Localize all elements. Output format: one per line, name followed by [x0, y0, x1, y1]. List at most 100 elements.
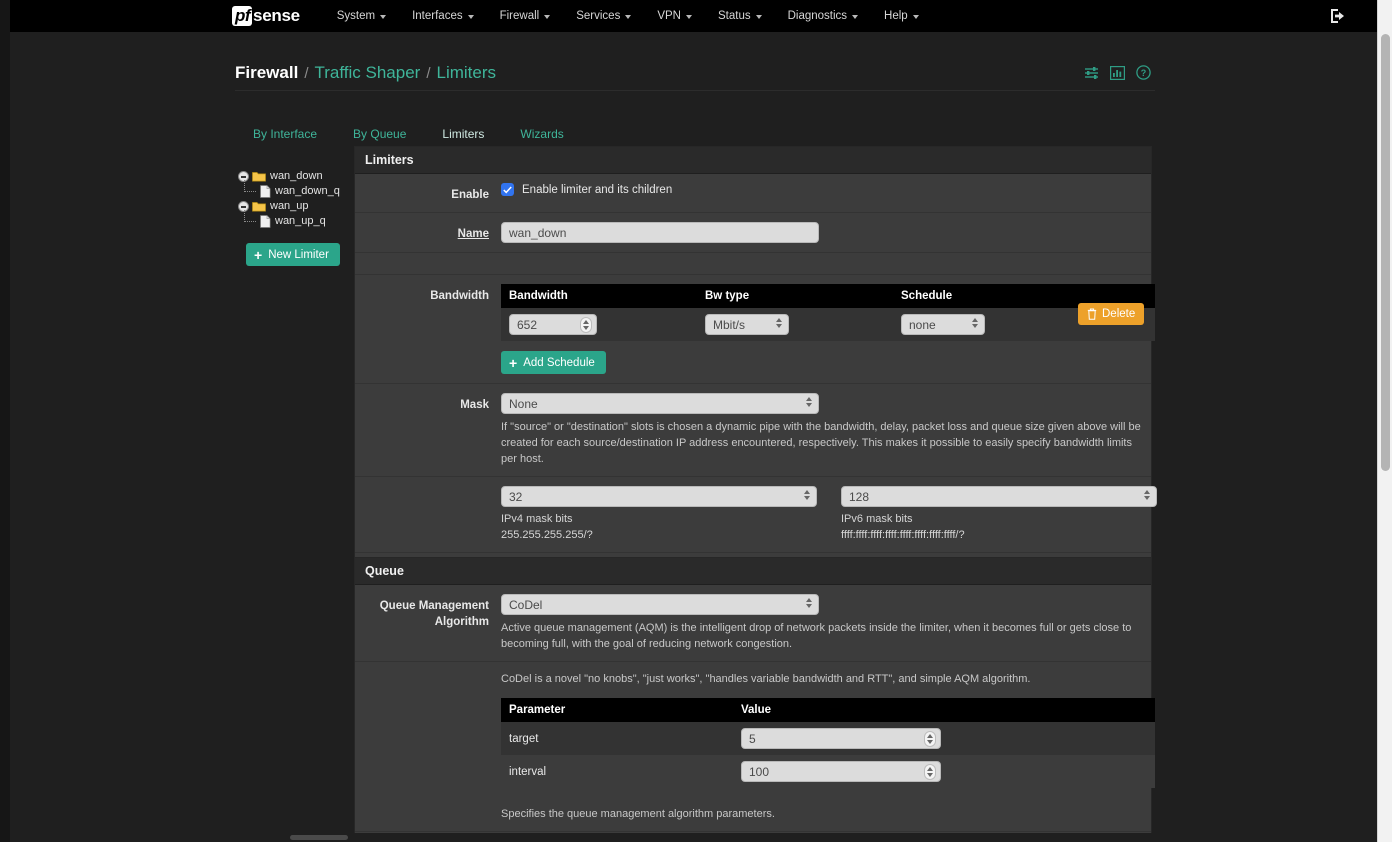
nav-item-help[interactable]: Help	[871, 10, 932, 22]
chevron-down-icon	[755, 15, 762, 19]
codel-params-row: CoDel is a novel "no knobs", "just works…	[355, 662, 1155, 832]
enable-row: Enable Enable limiter and its children	[355, 174, 1151, 213]
stepper-down-icon	[583, 326, 589, 330]
cell-parameter-interval: interval	[501, 755, 733, 788]
schedule-select[interactable]: none	[901, 314, 985, 335]
nav-item-diagnostics[interactable]: Diagnostics	[775, 10, 871, 22]
tab-label: By Queue	[353, 127, 407, 141]
cell-bandwidth: 652	[501, 308, 697, 341]
logo-pf-mark: pf	[232, 6, 253, 26]
tree-node-wan-up-q[interactable]: wan_up_q	[238, 210, 346, 229]
aqm-label-line2: Algorithm	[434, 616, 489, 628]
mask-bits-control: 32 IPv4 mask bits 255.255.255.255/? 128	[501, 486, 1167, 543]
pfsense-page: pf sense System Interfaces Firewall Serv…	[0, 0, 1392, 842]
breadcrumb-current: Limiters	[436, 62, 496, 82]
bandwidth-stepper[interactable]: 652	[509, 314, 597, 335]
sliders-icon[interactable]	[1084, 66, 1099, 80]
sign-out-icon[interactable]	[1329, 8, 1347, 24]
aqm-label: Queue Management Algorithm	[355, 594, 501, 630]
bandwidth-label: Bandwidth	[430, 290, 489, 302]
chevron-down-icon	[544, 15, 551, 19]
col-bandwidth: Bandwidth	[501, 284, 697, 308]
tab-by-interface[interactable]: By Interface	[235, 122, 335, 150]
delete-label: Delete	[1102, 308, 1136, 320]
pfsense-logo[interactable]: pf sense	[232, 5, 300, 27]
file-icon	[260, 215, 271, 228]
horizontal-scrollbar-thumb[interactable]	[290, 835, 348, 840]
cell-parameter-target: target	[501, 722, 733, 755]
tab-label: Limiters	[442, 127, 485, 141]
nav-item-services[interactable]: Services	[563, 10, 644, 22]
ipv6-mask-note: IPv6 mask bits	[841, 513, 913, 525]
codel-parameter-table: Parameter Value target 5 interval 100	[501, 698, 1155, 788]
codel-interval-stepper[interactable]: 100	[741, 761, 941, 782]
cell-bw-type: Mbit/s	[697, 308, 893, 341]
nav-item-firewall[interactable]: Firewall	[487, 10, 564, 22]
stepper-arrows[interactable]	[580, 317, 592, 333]
aqm-help-text: Active queue management (AQM) is the int…	[501, 622, 1132, 650]
codel-footnote: Specifies the queue management algorithm…	[501, 808, 775, 820]
select-arrows-icon	[972, 318, 978, 328]
name-input[interactable]	[501, 222, 819, 243]
aqm-label-line1: Queue Management	[379, 600, 489, 612]
tree-node-wan-down-q[interactable]: wan_down_q	[238, 180, 346, 199]
breadcrumb-separator: /	[304, 64, 309, 82]
nav-label-system: System	[336, 10, 376, 22]
enable-label: Enable	[451, 189, 489, 201]
tree-label: wan_up	[270, 200, 309, 212]
bandwidth-value: 652	[517, 317, 538, 332]
enable-limiter-checkbox[interactable]	[501, 183, 514, 196]
select-arrows-icon	[776, 318, 782, 328]
top-navbar: pf sense System Interfaces Firewall Serv…	[10, 0, 1377, 32]
ipv6-mask-pattern: ffff:ffff:ffff:ffff:ffff:ffff:ffff:ffff/…	[841, 529, 965, 541]
stepper-arrows[interactable]	[924, 764, 936, 780]
chevron-down-icon	[625, 15, 632, 19]
nav-item-system[interactable]: System	[324, 10, 399, 22]
add-schedule-button[interactable]: + Add Schedule	[501, 351, 606, 374]
delete-bandwidth-button[interactable]: Delete	[1078, 303, 1145, 325]
vertical-scrollbar[interactable]	[1377, 0, 1392, 842]
limiters-panel-title: Limiters	[355, 147, 1151, 174]
col-bw-type: Bw type	[697, 284, 893, 308]
vertical-scrollbar-thumb[interactable]	[1381, 34, 1390, 471]
table-row: target 5	[501, 722, 1155, 755]
add-schedule-label: Add Schedule	[523, 356, 595, 369]
bar-chart-icon[interactable]	[1110, 65, 1125, 80]
chevron-down-icon	[467, 15, 474, 19]
breadcrumb-traffic-shaper[interactable]: Traffic Shaper	[314, 63, 420, 83]
stepper-arrows[interactable]	[924, 731, 936, 747]
aqm-row: Queue Management Algorithm CoDel Active …	[355, 585, 1151, 662]
nav-item-status[interactable]: Status	[705, 10, 775, 22]
new-limiter-button[interactable]: + New Limiter	[246, 243, 340, 266]
tree-connector	[244, 180, 256, 192]
nav-label-firewall: Firewall	[499, 10, 540, 22]
aqm-select[interactable]: CoDel	[501, 594, 819, 615]
stepper-up-icon	[927, 767, 933, 771]
mask-row: Mask None If "source" or "destination" s…	[355, 384, 1151, 477]
nav-label-vpn: VPN	[657, 10, 681, 22]
mask-select[interactable]: None	[501, 393, 819, 414]
nav-label-interfaces: Interfaces	[412, 10, 463, 22]
chevron-down-icon	[685, 15, 692, 19]
horizontal-scrollbar[interactable]	[10, 833, 1377, 842]
nav-label-status: Status	[717, 10, 751, 22]
mask-bits-label-spacer	[355, 486, 501, 490]
help-circle-icon[interactable]: ?	[1136, 65, 1151, 80]
ipv6-mask-bits-select[interactable]: 128	[841, 486, 1157, 507]
chevron-down-icon	[380, 15, 387, 19]
col-value: Value	[733, 698, 1155, 722]
left-gutter	[0, 0, 10, 842]
nav-item-vpn[interactable]: VPN	[644, 10, 705, 22]
codel-target-stepper[interactable]: 5	[741, 728, 941, 749]
name-label-link[interactable]: Name	[458, 228, 489, 240]
name-control	[501, 222, 1151, 243]
nav-item-interfaces[interactable]: Interfaces	[399, 10, 487, 22]
logo-sense-text: sense	[253, 6, 300, 25]
breadcrumb-separator: /	[426, 64, 431, 82]
bw-type-select[interactable]: Mbit/s	[705, 314, 789, 335]
select-arrows-icon	[804, 490, 810, 500]
breadcrumb-root: Firewall	[235, 62, 299, 82]
bandwidth-table: Bandwidth Bw type Schedule 652 Mbit/s no…	[501, 284, 1155, 341]
ipv4-mask-bits-value: 32	[509, 489, 523, 504]
ipv4-mask-bits-select[interactable]: 32	[501, 486, 817, 507]
